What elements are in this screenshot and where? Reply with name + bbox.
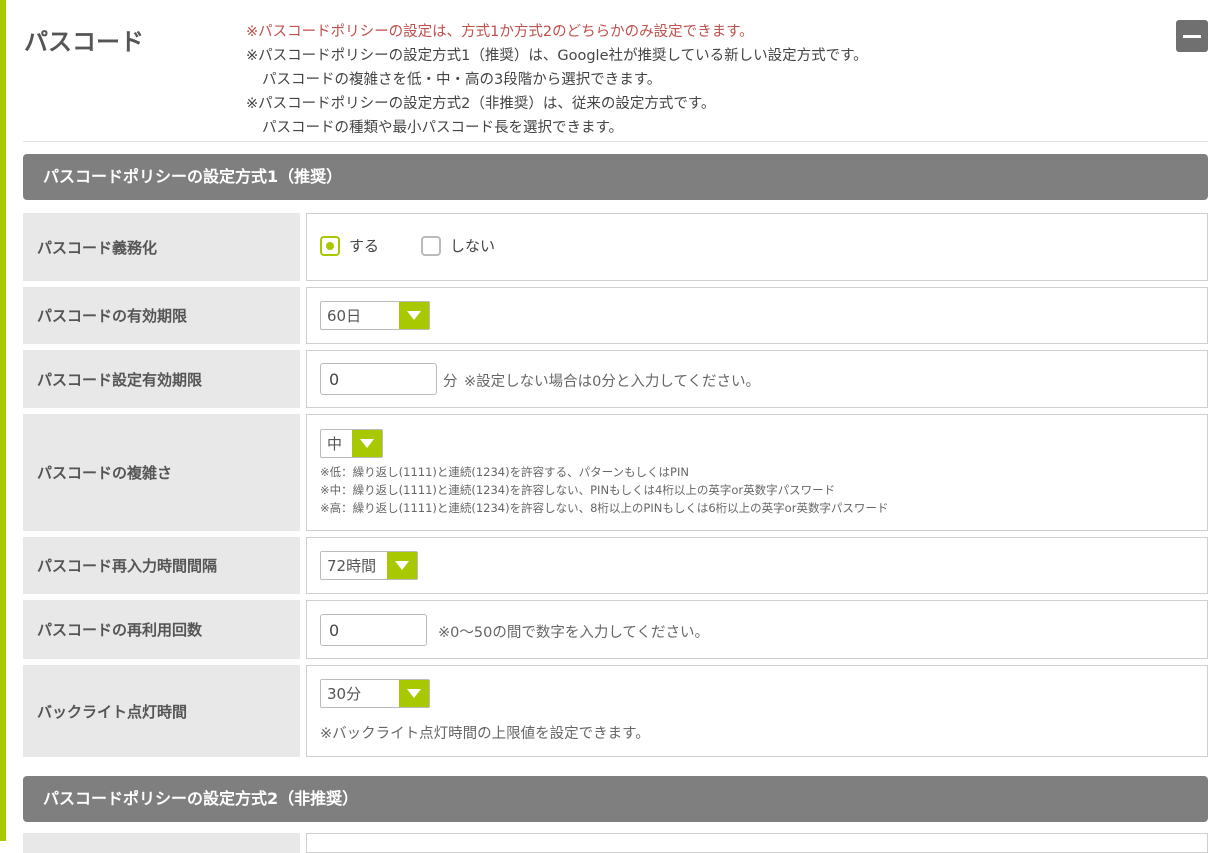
- row-label: バックライト点灯時間: [23, 665, 300, 757]
- divider: [23, 141, 1208, 142]
- complexity-note-high: ※高：繰り返し(1111)と連続(1234)を許容しない、8桁以上のPINもしく…: [320, 501, 889, 515]
- row-label: パスコード義務化: [23, 213, 300, 281]
- row-passcode-reuse: パスコードの再利用回数 ※0〜50の間で数字を入力してください。: [23, 600, 1208, 659]
- radio-option-yes[interactable]: する: [320, 235, 379, 256]
- row-value: する しない: [306, 213, 1208, 281]
- radio-unchecked-icon: [421, 235, 441, 256]
- row-value: [306, 833, 1208, 853]
- row-value: ※0〜50の間で数字を入力してください。: [306, 600, 1208, 659]
- row-label: パスコードの再利用回数: [23, 600, 300, 659]
- note-line-5: パスコードの種類や最小パスコード長を選択できます。: [262, 120, 624, 136]
- row-label: [23, 833, 300, 853]
- chevron-down-icon: [352, 430, 382, 457]
- row-value: 中 ※低：繰り返し(1111)と連続(1234)を許容する、パターンもしくはPI…: [306, 414, 1208, 531]
- radio-option-no[interactable]: しない: [421, 235, 495, 256]
- section1-header: パスコードポリシーの設定方式1（推奨）: [23, 154, 1208, 200]
- unit-label: 分: [443, 374, 458, 390]
- minus-icon: [1183, 34, 1201, 38]
- row-value: 分 ※設定しない場合は0分と入力してください。: [306, 350, 1208, 408]
- complexity-select[interactable]: 中: [320, 429, 383, 458]
- complexity-note-mid: ※中：繰り返し(1111)と連続(1234)を許容しない、PINもしくは4桁以上…: [320, 483, 836, 497]
- reentry-select[interactable]: 72時間: [320, 551, 418, 580]
- section2-header: パスコードポリシーの設定方式2（非推奨）: [23, 776, 1208, 822]
- row-label: パスコードの複雑さ: [23, 414, 300, 531]
- row-value: 30分 ※バックライト点灯時間の上限値を設定できます。: [306, 665, 1208, 757]
- radio-label-yes: する: [349, 237, 380, 255]
- chevron-down-icon: [387, 552, 417, 579]
- reuse-input[interactable]: [320, 614, 427, 646]
- row-passcode-complexity: パスコードの複雑さ 中 ※低：繰り返し(1111)と連続(1234)を許容する、…: [23, 414, 1208, 531]
- note-line-4: ※パスコードポリシーの設定方式2（非推奨）は、従来の設定方式です。: [246, 96, 716, 112]
- row-passcode-expiry: パスコードの有効期限 60日: [23, 287, 1208, 344]
- backlight-hint: ※バックライト点灯時間の上限値を設定できます。: [320, 726, 650, 742]
- row-value: 60日: [306, 287, 1208, 344]
- setting-expiry-hint: ※設定しない場合は0分と入力してください。: [464, 374, 761, 390]
- note-line-1: ※パスコードポリシーの設定は、方式1か方式2のどちらかのみ設定できます。: [246, 24, 754, 40]
- note-line-3: パスコードの複雑さを低・中・高の3段階から選択できます。: [262, 72, 662, 88]
- row-passcode-reentry: パスコード再入力時間間隔 72時間: [23, 537, 1208, 594]
- backlight-select[interactable]: 30分: [320, 679, 430, 708]
- row-backlight-time: バックライト点灯時間 30分 ※バックライト点灯時間の上限値を設定できます。: [23, 665, 1208, 757]
- page-title: パスコード: [24, 28, 144, 56]
- chevron-down-icon: [399, 302, 429, 329]
- setting-expiry-input[interactable]: [320, 363, 437, 395]
- row-label: パスコード設定有効期限: [23, 350, 300, 408]
- row-label: パスコード再入力時間間隔: [23, 537, 300, 594]
- row-value: 72時間: [306, 537, 1208, 594]
- complexity-note-low: ※低：繰り返し(1111)と連続(1234)を許容する、パターンもしくはPIN: [320, 465, 689, 479]
- notes-block: ※パスコードポリシーの設定は、方式1か方式2のどちらかのみ設定できます。 ※パス…: [246, 20, 868, 140]
- chevron-down-icon: [399, 680, 429, 707]
- row-partial: [23, 833, 1208, 853]
- collapse-button[interactable]: [1176, 20, 1208, 52]
- row-passcode-required: パスコード義務化 する しない: [23, 213, 1208, 281]
- note-line-2: ※パスコードポリシーの設定方式1（推奨）は、Google社が推奨している新しい設…: [246, 48, 868, 64]
- radio-label-no: しない: [450, 237, 496, 255]
- reuse-hint: ※0〜50の間で数字を入力してください。: [438, 625, 709, 641]
- left-accent-bar: [0, 0, 6, 841]
- expiry-select[interactable]: 60日: [320, 301, 430, 330]
- radio-checked-icon: [320, 235, 340, 256]
- row-label: パスコードの有効期限: [23, 287, 300, 344]
- row-passcode-setting-expiry: パスコード設定有効期限 分 ※設定しない場合は0分と入力してください。: [23, 350, 1208, 408]
